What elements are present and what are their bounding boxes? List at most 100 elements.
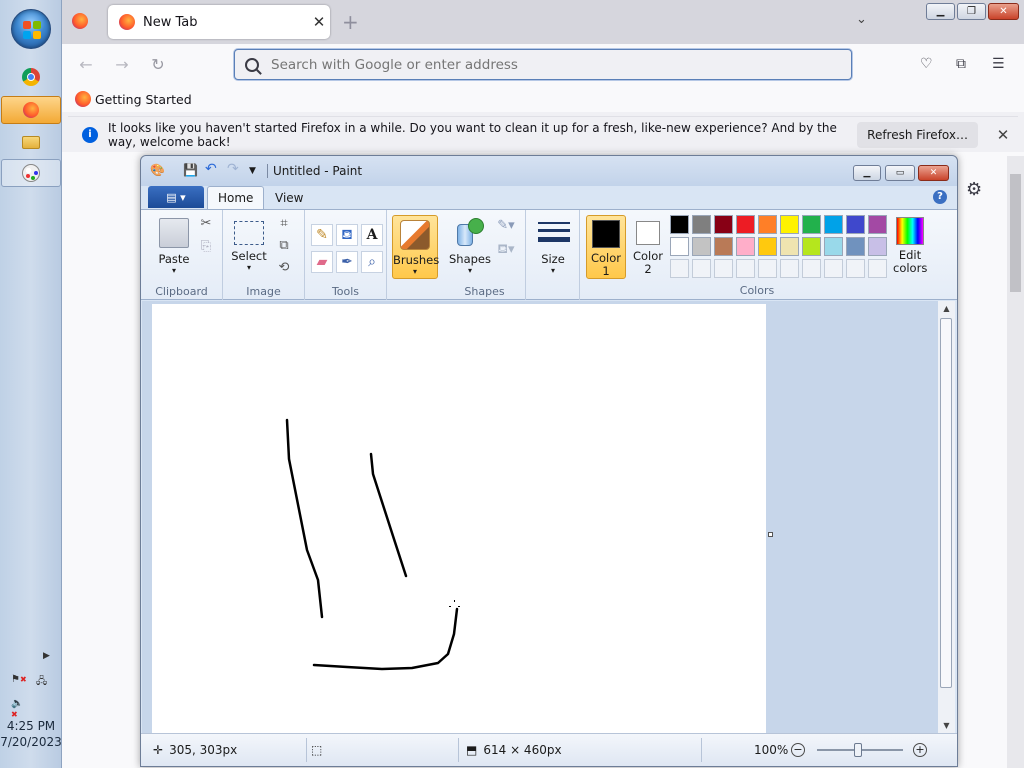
taskbar-clock[interactable]: 4:25 PM 7/20/2023 (0, 718, 62, 750)
zoom-in-button[interactable]: + (913, 743, 927, 757)
network-icon[interactable]: 🖧 (36, 674, 52, 688)
brushes-button[interactable]: Brushes ▾ (392, 215, 439, 279)
canvas-resize-handle[interactable] (768, 532, 773, 537)
magnifier-icon[interactable]: ⌕ (361, 251, 383, 273)
refresh-firefox-button[interactable]: Refresh Firefox… (857, 121, 978, 148)
shapes-button[interactable]: Shapes ▾ (448, 215, 492, 275)
zoom-slider-thumb[interactable] (854, 743, 862, 757)
palette-swatch[interactable] (758, 237, 777, 256)
address-bar[interactable] (234, 49, 852, 80)
paint-close-button[interactable]: ✕ (918, 165, 949, 181)
drawing-canvas[interactable] (152, 304, 766, 733)
save-icon[interactable]: 💾 (183, 163, 198, 177)
extensions-icon[interactable]: ⧉ (956, 56, 966, 72)
action-center-flag-icon[interactable]: ⚑✖ (11, 674, 27, 688)
taskbar-explorer-button[interactable] (1, 128, 61, 156)
cut-icon[interactable]: ✂ (196, 214, 216, 234)
color1-button[interactable]: Color 1 (586, 215, 626, 279)
select-button[interactable]: Select ▾ (227, 215, 271, 272)
restore-button[interactable]: ❐ (957, 3, 986, 20)
palette-swatch[interactable] (868, 237, 887, 256)
eraser-icon[interactable]: ▰ (311, 251, 333, 273)
pocket-icon[interactable]: ♡ (920, 56, 933, 72)
taskbar-chrome-button[interactable] (1, 63, 61, 91)
tab-new-tab[interactable]: New Tab ✕ (108, 5, 330, 39)
custom-color-slot[interactable] (780, 259, 799, 278)
url-input[interactable] (271, 56, 831, 73)
tab-home[interactable]: Home (207, 186, 265, 209)
page-scrollbar[interactable] (1007, 156, 1024, 768)
scroll-up-icon[interactable]: ▲ (938, 304, 955, 313)
close-window-button[interactable]: ✕ (988, 3, 1019, 20)
rotate-icon[interactable]: ⟲ (274, 258, 294, 278)
taskbar-paint-button[interactable] (1, 159, 61, 187)
start-button[interactable] (11, 9, 51, 49)
paste-button[interactable]: Paste ▾ (152, 215, 196, 275)
palette-swatch[interactable] (714, 237, 733, 256)
menu-hamburger-icon[interactable]: ☰ (992, 56, 1005, 72)
resize-icon[interactable]: ⧉ (274, 236, 294, 256)
list-all-tabs-chevron-icon[interactable]: ⌄ (856, 12, 867, 27)
palette-swatch[interactable] (824, 215, 843, 234)
firefox-view-tab[interactable] (72, 13, 88, 32)
show-hidden-icons-arrow[interactable]: ▶ (43, 651, 50, 661)
zoom-out-button[interactable]: − (791, 743, 805, 757)
outline-icon[interactable]: ✎▾ (496, 216, 516, 236)
palette-swatch[interactable] (802, 215, 821, 234)
gear-icon[interactable]: ⚙ (966, 179, 982, 200)
palette-swatch[interactable] (802, 237, 821, 256)
paint-file-menu-button[interactable]: ▤ ▾ (148, 186, 204, 208)
color2-button[interactable]: Color 2 (629, 215, 667, 279)
custom-color-slot[interactable] (758, 259, 777, 278)
palette-swatch[interactable] (692, 215, 711, 234)
help-icon[interactable]: ? (933, 190, 947, 204)
palette-swatch[interactable] (846, 215, 865, 234)
palette-swatch[interactable] (780, 215, 799, 234)
canvas-vertical-scrollbar[interactable]: ▲ ▼ (938, 301, 955, 733)
palette-swatch[interactable] (846, 237, 865, 256)
size-button[interactable]: Size ▾ (531, 215, 575, 275)
copy-icon[interactable]: ⎘ (196, 237, 216, 257)
palette-swatch[interactable] (736, 215, 755, 234)
canvas-scroll-thumb[interactable] (940, 318, 952, 688)
palette-swatch[interactable] (714, 215, 733, 234)
palette-swatch[interactable] (868, 215, 887, 234)
text-tool-icon[interactable]: A (361, 224, 383, 246)
minimize-button[interactable]: ▁ (926, 3, 955, 20)
custom-color-slot[interactable] (736, 259, 755, 278)
palette-swatch[interactable] (670, 237, 689, 256)
edit-colors-button[interactable]: Edit colors (893, 215, 927, 275)
back-arrow-icon[interactable]: ← (75, 54, 97, 76)
customize-qat-chevron-icon[interactable]: ▼ (249, 166, 256, 176)
reload-icon[interactable]: ↻ (147, 54, 169, 76)
taskbar-firefox-button[interactable] (1, 96, 61, 124)
volume-muted-icon[interactable]: 🔈✖ (11, 698, 27, 719)
palette-swatch[interactable] (736, 237, 755, 256)
custom-color-slot[interactable] (846, 259, 865, 278)
close-tab-icon[interactable]: ✕ (308, 13, 330, 31)
custom-color-slot[interactable] (714, 259, 733, 278)
palette-swatch[interactable] (758, 215, 777, 234)
custom-color-slot[interactable] (868, 259, 887, 278)
custom-color-slot[interactable] (824, 259, 843, 278)
bookmark-getting-started[interactable]: Getting Started (95, 92, 192, 107)
tab-view[interactable]: View (265, 186, 313, 209)
close-notification-icon[interactable]: ✕ (992, 126, 1014, 144)
pencil-icon[interactable]: ✎ (311, 224, 333, 246)
crop-icon[interactable]: ⌗ (274, 214, 294, 234)
scroll-down-icon[interactable]: ▼ (938, 721, 955, 730)
paint-title-bar[interactable]: 🎨 💾 ↶ ↷ ▼ Untitled - Paint ▁ ▭ ✕ (141, 156, 957, 186)
fill-bucket-icon[interactable]: ⛾ (336, 224, 358, 246)
palette-swatch[interactable] (780, 237, 799, 256)
palette-swatch[interactable] (824, 237, 843, 256)
palette-swatch[interactable] (670, 215, 689, 234)
paint-maximize-button[interactable]: ▭ (885, 165, 915, 181)
custom-color-slot[interactable] (802, 259, 821, 278)
new-tab-button[interactable]: + (342, 10, 359, 34)
scrollbar-thumb[interactable] (1010, 174, 1021, 292)
paint-minimize-button[interactable]: ▁ (853, 165, 881, 181)
redo-icon[interactable]: ↷ (227, 161, 239, 177)
fill-icon[interactable]: ⛾▾ (496, 240, 516, 260)
color-picker-icon[interactable]: ✒ (336, 251, 358, 273)
custom-color-slot[interactable] (692, 259, 711, 278)
